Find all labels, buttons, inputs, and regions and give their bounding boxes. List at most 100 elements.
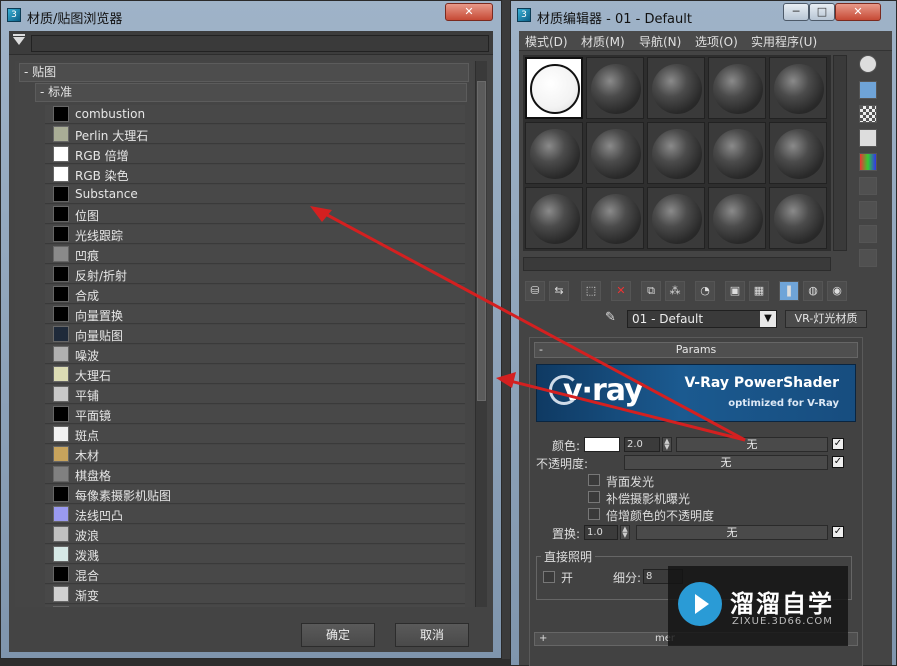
- show-shaded-icon[interactable]: ▣: [725, 281, 745, 301]
- list-item[interactable]: Substance: [45, 185, 465, 204]
- get-material-icon[interactable]: ⛁: [525, 281, 545, 301]
- displace-spinner[interactable]: ▲ ▼: [620, 525, 630, 540]
- sample-slot[interactable]: [525, 57, 583, 119]
- go-to-parent-icon[interactable]: ❚: [779, 281, 799, 301]
- minimize-button[interactable]: ─: [783, 3, 809, 21]
- slots-vscroll[interactable]: [833, 55, 847, 251]
- sample-slot[interactable]: [647, 187, 705, 249]
- tree-scrollbar[interactable]: [475, 61, 487, 607]
- list-item[interactable]: 斑点: [45, 425, 465, 444]
- params-rollout-header[interactable]: - Params: [534, 342, 858, 358]
- editor-close-button[interactable]: ✕: [835, 3, 881, 21]
- list-item[interactable]: 渐变: [45, 585, 465, 604]
- tree-group-maps[interactable]: - 贴图: [19, 63, 469, 82]
- filter-options-icon[interactable]: [13, 34, 25, 45]
- opacity-map-button[interactable]: 无: [624, 455, 828, 470]
- maximize-button[interactable]: □: [809, 3, 835, 21]
- color-map-checkbox[interactable]: ✓: [832, 438, 844, 450]
- list-item[interactable]: 渐变坡度: [45, 605, 465, 607]
- eyedropper-icon[interactable]: ✎: [605, 310, 623, 328]
- sample-slot[interactable]: [708, 57, 766, 119]
- color-multiplier-spinner[interactable]: ▲ ▼: [662, 437, 672, 452]
- list-item[interactable]: 位图: [45, 205, 465, 224]
- pick-material-icon[interactable]: ◉: [827, 281, 847, 301]
- multiply-opacity-checkbox[interactable]: [588, 508, 600, 520]
- slots-hscroll[interactable]: [523, 257, 831, 271]
- material-map-navigator-icon[interactable]: [859, 249, 877, 267]
- backlight-icon[interactable]: [859, 81, 877, 99]
- list-item[interactable]: 向量置换: [45, 305, 465, 324]
- sample-slot[interactable]: [586, 122, 644, 184]
- ok-button[interactable]: 确定: [301, 623, 375, 647]
- menu-utilities[interactable]: 实用程序(U): [751, 33, 817, 50]
- list-item[interactable]: 棋盘格: [45, 465, 465, 484]
- color-swatch[interactable]: [584, 437, 620, 452]
- list-item[interactable]: 平面镜: [45, 405, 465, 424]
- list-item[interactable]: RGB 倍增: [45, 145, 465, 164]
- displace-value-field[interactable]: 1.0: [584, 525, 618, 540]
- list-item[interactable]: combustion: [45, 105, 465, 124]
- sample-slot[interactable]: [769, 122, 827, 184]
- color-multiplier-field[interactable]: 2.0: [624, 437, 660, 452]
- make-unique-icon[interactable]: ⧉: [641, 281, 661, 301]
- displace-map-checkbox[interactable]: ✓: [832, 526, 844, 538]
- sample-slot[interactable]: [708, 187, 766, 249]
- menu-navigation[interactable]: 导航(N): [639, 33, 681, 50]
- cancel-button[interactable]: 取消: [395, 623, 469, 647]
- material-id-channel-icon[interactable]: ◔: [695, 281, 715, 301]
- direct-on-checkbox[interactable]: [543, 571, 555, 583]
- sample-slot[interactable]: [769, 57, 827, 119]
- list-item[interactable]: 向量贴图: [45, 325, 465, 344]
- list-item[interactable]: RGB 染色: [45, 165, 465, 184]
- color-map-button[interactable]: 无: [676, 437, 828, 452]
- make-preview-icon[interactable]: [859, 177, 877, 195]
- list-item[interactable]: 凹痕: [45, 245, 465, 264]
- sample-slot[interactable]: [647, 57, 705, 119]
- sample-type-icon[interactable]: [859, 55, 877, 73]
- list-item[interactable]: Perlin 大理石: [45, 125, 465, 144]
- list-item[interactable]: 合成: [45, 285, 465, 304]
- put-to-library-icon[interactable]: ⁂: [665, 281, 685, 301]
- scrollbar-thumb[interactable]: [477, 81, 486, 401]
- reset-map-icon[interactable]: ✕: [611, 281, 631, 301]
- sample-slot[interactable]: [769, 187, 827, 249]
- list-item[interactable]: 平铺: [45, 385, 465, 404]
- list-item[interactable]: 法线凹凸: [45, 505, 465, 524]
- list-item[interactable]: 噪波: [45, 345, 465, 364]
- displace-map-button[interactable]: 无: [636, 525, 828, 540]
- video-color-check-icon[interactable]: [859, 153, 877, 171]
- browser-titlebar[interactable]: 3 材质/贴图浏览器 ✕: [1, 1, 501, 31]
- sample-slot[interactable]: [586, 187, 644, 249]
- list-item[interactable]: 每像素摄影机贴图: [45, 485, 465, 504]
- material-type-button[interactable]: VR-灯光材质: [785, 310, 867, 328]
- show-end-result-icon[interactable]: ▦: [749, 281, 769, 301]
- go-forward-sibling-icon[interactable]: ◍: [803, 281, 823, 301]
- list-item[interactable]: 反射/折射: [45, 265, 465, 284]
- options-icon[interactable]: [859, 201, 877, 219]
- list-item[interactable]: 混合: [45, 565, 465, 584]
- list-item[interactable]: 泼溅: [45, 545, 465, 564]
- sample-uv-tiling-icon[interactable]: [859, 129, 877, 147]
- sample-slot[interactable]: [647, 122, 705, 184]
- editor-titlebar[interactable]: 3 材质编辑器 - 01 - Default ─ □ ✕: [511, 1, 896, 31]
- backface-checkbox[interactable]: [588, 474, 600, 486]
- assign-to-selection-icon[interactable]: ⬚: [581, 281, 601, 301]
- material-name-dropdown[interactable]: 01 - Default ▼: [627, 310, 777, 328]
- list-item[interactable]: 光线跟踪: [45, 225, 465, 244]
- sample-slot[interactable]: [525, 187, 583, 249]
- select-by-material-icon[interactable]: [859, 225, 877, 243]
- chevron-down-icon[interactable]: ▼: [760, 311, 776, 327]
- menu-mode[interactable]: 模式(D): [525, 33, 568, 50]
- tree-group-standard[interactable]: - 标准: [35, 83, 467, 102]
- opacity-map-checkbox[interactable]: ✓: [832, 456, 844, 468]
- background-icon[interactable]: [859, 105, 877, 123]
- browser-close-button[interactable]: ✕: [445, 3, 493, 21]
- search-input[interactable]: [31, 35, 489, 52]
- sample-slot[interactable]: [586, 57, 644, 119]
- list-item[interactable]: 大理石: [45, 365, 465, 384]
- menu-material[interactable]: 材质(M): [581, 33, 625, 50]
- sample-slot[interactable]: [708, 122, 766, 184]
- menu-options[interactable]: 选项(O): [695, 33, 738, 50]
- compensate-checkbox[interactable]: [588, 491, 600, 503]
- list-item[interactable]: 波浪: [45, 525, 465, 544]
